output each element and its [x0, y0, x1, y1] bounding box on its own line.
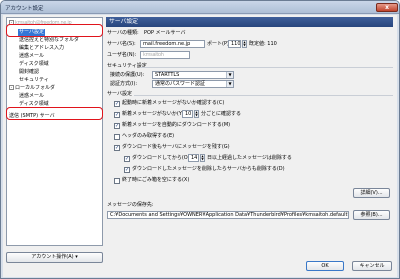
username-field[interactable]: kmsaitoh: [140, 51, 190, 59]
port-default-text: 既定値: 110: [249, 41, 277, 47]
server-type-label: サーバの種類:: [107, 30, 139, 36]
close-button[interactable]: x: [376, 3, 398, 12]
connection-security-value: STARTTLS: [155, 72, 180, 78]
empty-trash-checkbox[interactable]: [114, 178, 120, 184]
server-type-value: POP メールサーバ: [144, 30, 186, 36]
browse-button[interactable]: 参照(B)...: [353, 210, 390, 220]
highlight-smtp-server: [6, 107, 103, 120]
delete-when-deleted-checkbox[interactable]: ✓: [124, 167, 130, 173]
leave-on-server-checkbox[interactable]: ✓: [114, 145, 120, 151]
server-name-label: サーバ名(S):: [107, 41, 136, 47]
check-startup-label: 起動時に新着メッセージがないか確認する(C): [122, 100, 225, 106]
tree-item-local-junk[interactable]: 迷惑メール: [19, 93, 44, 100]
dialog-body: - kmsaitoh@freedom.ne.jp サーバ設定 送信控えと特別なフォ…: [3, 15, 397, 277]
account-actions-button[interactable]: アカウント操作(A) ▾: [6, 252, 103, 263]
check-every-checkbox[interactable]: ✓: [114, 112, 120, 118]
check-interval-field[interactable]: 10: [182, 110, 193, 118]
tree-item-security[interactable]: セキュリティ: [19, 77, 49, 84]
collapse-icon[interactable]: -: [9, 85, 14, 90]
auth-method-select[interactable]: 通常のパスワード認証 ▼: [152, 80, 234, 88]
window-title: アカウント設定: [5, 6, 44, 12]
ok-button[interactable]: OK: [306, 261, 344, 271]
delete-after-checkbox[interactable]: ✓: [124, 156, 130, 162]
empty-trash-label: 終了時にごみ箱を空にする(X): [122, 177, 190, 183]
check-every-suffix: 分ごとに確認する: [201, 111, 242, 117]
local-directory-label: メッセージの保存先:: [107, 202, 154, 208]
auth-method-value: 通常のパスワード認証: [155, 81, 206, 87]
tree-item-junk[interactable]: 迷惑メール: [19, 53, 44, 60]
tree-item-receipts[interactable]: 開封確認: [19, 69, 39, 76]
check-every-label: 新着メッセージがないか(Y): [122, 111, 184, 117]
tree-item-disk-space[interactable]: ディスク領域: [19, 61, 49, 68]
tree-item-copies-folders[interactable]: 送信控えと特別なフォルダ: [19, 37, 79, 44]
check-interval-spinner[interactable]: ▲ ▼: [194, 110, 199, 118]
port-spinner[interactable]: ▲ ▼: [242, 40, 247, 48]
chevron-down-icon: ▼: [226, 81, 233, 87]
server-group-divider: [134, 95, 393, 96]
advanced-button[interactable]: 詳細(V)...: [353, 188, 390, 198]
auto-download-checkbox[interactable]: ✓: [114, 123, 120, 129]
server-group-label: サーバ設定: [107, 91, 132, 97]
delete-when-deleted-label: ダウンロードしたメッセージを削除したらサーバからも削除する(D): [132, 166, 285, 172]
username-label: ユーザ名(N):: [107, 52, 137, 58]
local-folders-label: ローカルフォルダ: [15, 85, 56, 91]
chevron-down-icon: ▼: [226, 72, 233, 78]
check-startup-checkbox[interactable]: ✓: [114, 101, 120, 107]
account-settings-window: アカウント設定 x - kmsaitoh@freedom.ne.jp サーバ設定 …: [0, 0, 400, 279]
delete-after-days-field[interactable]: 14: [188, 154, 199, 162]
account-tree[interactable]: - kmsaitoh@freedom.ne.jp サーバ設定 送信控えと特別なフォ…: [6, 17, 103, 246]
auth-method-label: 認証方式(I):: [110, 81, 138, 87]
delete-after-spinner[interactable]: ▲ ▼: [200, 154, 205, 162]
title-bar: アカウント設定 x: [1, 1, 399, 14]
cancel-button[interactable]: キャンセル: [352, 261, 392, 271]
tree-local-folders[interactable]: - ローカルフォルダ: [9, 85, 55, 92]
panel-header: サーバ設定: [106, 17, 393, 27]
headers-only-label: ヘッダのみ取得する(E): [122, 133, 175, 139]
connection-security-label: 接続の保護(U):: [110, 72, 145, 78]
delete-after-label: ダウンロードしてから(O): [132, 155, 190, 161]
local-directory-field[interactable]: C:¥Documents and Settings¥OWNER¥Applicat…: [107, 211, 349, 219]
delete-after-suffix: 日以上経過したメッセージは削除する: [207, 155, 292, 161]
tree-item-composition[interactable]: 編集とアドレス入力: [19, 45, 64, 52]
server-name-field[interactable]: mail.freedom.ne.jp: [140, 40, 205, 48]
auto-download-label: 新着メッセージを自動的にダウンロードする(M): [122, 122, 231, 128]
port-field[interactable]: 110: [228, 40, 241, 48]
security-group-divider: [140, 67, 393, 68]
server-settings-panel: サーバ設定 サーバの種類: POP メールサーバ サーバ名(S): mail.f…: [106, 17, 393, 246]
leave-on-server-label: ダウンロード後もサーバにメッセージを残す(G): [122, 144, 230, 150]
headers-only-checkbox[interactable]: [114, 134, 120, 140]
highlight-server-settings: [6, 24, 103, 37]
connection-security-select[interactable]: STARTTLS ▼: [152, 71, 234, 79]
